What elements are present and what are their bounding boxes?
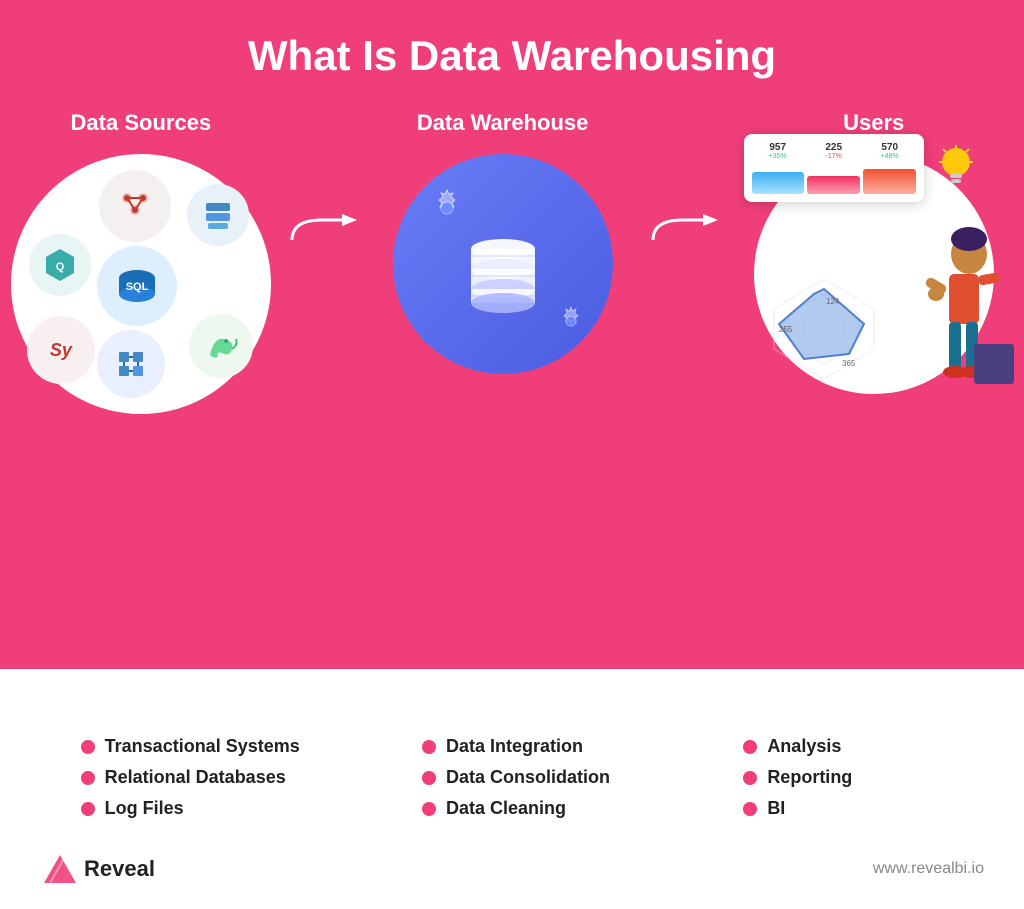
stat2-pct: -17% bbox=[808, 153, 860, 160]
main-background: What Is Data Warehousing Data Sources bbox=[0, 0, 1024, 909]
oracle-icon bbox=[99, 170, 171, 242]
aws-icon bbox=[187, 184, 249, 246]
warehouse-circle bbox=[393, 154, 613, 374]
users-circle: 957 +35% 225 -17% 570 +48% bbox=[754, 154, 994, 394]
page-title: What Is Data Warehousing bbox=[248, 32, 776, 80]
warehouse-bullets: Data Integration Data Consolidation Data… bbox=[402, 712, 662, 829]
bullet-dot bbox=[422, 771, 436, 785]
hex-icon: Q bbox=[29, 234, 91, 296]
svg-text:Q: Q bbox=[56, 261, 65, 273]
users-bullet-2: Reporting bbox=[743, 767, 963, 788]
sources-bullet-3: Log Files bbox=[81, 798, 341, 819]
svg-text:124: 124 bbox=[826, 297, 840, 306]
sql-icon: SQL bbox=[97, 246, 177, 326]
lightbulb-icon bbox=[938, 144, 974, 199]
bullet-dot bbox=[81, 802, 95, 816]
sources-circle: Q SQL bbox=[11, 154, 271, 414]
bullets-section: Transactional Systems Relational Databas… bbox=[0, 712, 1024, 829]
bullet-dot bbox=[743, 740, 757, 754]
stat3-pct: +48% bbox=[864, 153, 916, 160]
arrow-warehouse-to-users bbox=[643, 210, 723, 250]
svg-text:365: 365 bbox=[842, 359, 856, 368]
azure-icon bbox=[97, 330, 165, 398]
bullet-dot bbox=[422, 740, 436, 754]
column-users: Users 957 +35% 225 -17% bbox=[723, 110, 1024, 394]
sources-bullet-2: Relational Databases bbox=[81, 767, 341, 788]
sy-label: Sy bbox=[50, 340, 72, 361]
stat1-pct: +35% bbox=[752, 153, 804, 160]
website-url: www.revealbi.io bbox=[873, 860, 984, 878]
person-figure bbox=[914, 214, 1014, 404]
sources-bullet-1: Transactional Systems bbox=[81, 736, 341, 757]
sybase-icon: Sy bbox=[27, 316, 95, 384]
logo-area: Reveal bbox=[40, 851, 155, 887]
stat2-num: 225 bbox=[808, 142, 860, 153]
reveal-logo-icon bbox=[40, 851, 76, 887]
bullet-dot bbox=[81, 771, 95, 785]
users-bullet-1: Analysis bbox=[743, 736, 963, 757]
stat3-num: 570 bbox=[864, 142, 916, 153]
warehouse-bullet-2: Data Consolidation bbox=[422, 767, 662, 788]
spider-chart: 124 255 365 bbox=[764, 274, 874, 374]
sources-bullets: Transactional Systems Relational Databas… bbox=[61, 712, 341, 829]
bullet-dot bbox=[81, 740, 95, 754]
bullet-dot bbox=[743, 802, 757, 816]
logo-text: Reveal bbox=[84, 856, 155, 882]
bullet-dot bbox=[422, 802, 436, 816]
users-title: Users bbox=[843, 110, 904, 136]
users-bullets: Analysis Reporting BI bbox=[723, 712, 963, 829]
warehouse-bullet-1: Data Integration bbox=[422, 736, 662, 757]
column-warehouse: Data Warehouse bbox=[362, 110, 644, 374]
stat1-num: 957 bbox=[752, 142, 804, 153]
bullet-dot bbox=[743, 771, 757, 785]
svg-text:SQL: SQL bbox=[126, 281, 149, 293]
database-icon bbox=[448, 219, 558, 329]
mysql-icon bbox=[189, 314, 253, 378]
column-sources: Data Sources bbox=[0, 110, 282, 414]
arrow-sources-to-warehouse bbox=[282, 210, 362, 250]
users-bullet-3: BI bbox=[743, 798, 963, 819]
mini-dashboard-card: 957 +35% 225 -17% 570 +48% bbox=[744, 134, 924, 202]
warehouse-title: Data Warehouse bbox=[417, 110, 589, 136]
warehouse-bullet-3: Data Cleaning bbox=[422, 798, 662, 819]
footer: Reveal www.revealbi.io bbox=[0, 829, 1024, 909]
sources-title: Data Sources bbox=[71, 110, 212, 136]
svg-text:255: 255 bbox=[779, 325, 793, 334]
